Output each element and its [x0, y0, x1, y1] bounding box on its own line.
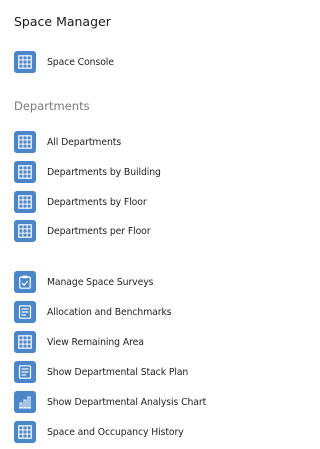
grid-icon — [14, 421, 36, 443]
item-label: Space Console — [47, 56, 114, 68]
manage-space-surveys-link[interactable]: Manage Space Surveys — [14, 271, 218, 293]
grid-icon — [14, 161, 36, 183]
report-icon — [14, 361, 36, 383]
departments-per-floor-link[interactable]: Departments per Floor — [14, 220, 218, 242]
show-departmental-analysis-chart-link[interactable]: Show Departmental Analysis Chart — [14, 391, 218, 413]
show-departmental-stack-plan-link[interactable]: Show Departmental Stack Plan — [14, 361, 218, 383]
item-label: Show Departmental Stack Plan — [47, 366, 189, 378]
navigation-panel: Space Manager Space Console Departments … — [0, 0, 218, 449]
item-label: All Departments — [47, 136, 122, 148]
view-remaining-area-link[interactable]: View Remaining Area — [14, 331, 218, 353]
bar-chart-icon — [14, 391, 36, 413]
section-heading-departments: Departments — [14, 99, 90, 113]
grid-icon — [14, 131, 36, 153]
space-and-occupancy-history-link[interactable]: Space and Occupancy History — [14, 421, 218, 443]
departments-by-building-link[interactable]: Departments by Building — [14, 161, 218, 183]
item-label: Manage Space Surveys — [47, 276, 154, 288]
item-label: Departments by Building — [47, 166, 161, 178]
grid-icon — [14, 191, 36, 213]
grid-icon — [14, 51, 36, 73]
departments-by-floor-link[interactable]: Departments by Floor — [14, 191, 218, 213]
clipboard-check-icon — [14, 271, 36, 293]
report-icon — [14, 301, 36, 323]
item-label: Space and Occupancy History — [47, 426, 184, 438]
item-label: View Remaining Area — [47, 336, 144, 348]
allocation-and-benchmarks-link[interactable]: Allocation and Benchmarks — [14, 301, 218, 323]
item-label: Show Departmental Analysis Chart — [47, 396, 207, 408]
all-departments-link[interactable]: All Departments — [14, 131, 218, 153]
item-label: Departments by Floor — [47, 196, 147, 208]
space-console-link[interactable]: Space Console — [14, 51, 218, 73]
grid-icon — [14, 220, 36, 242]
item-label: Allocation and Benchmarks — [47, 306, 172, 318]
grid-icon — [14, 331, 36, 353]
page-title: Space Manager — [14, 14, 111, 29]
item-label: Departments per Floor — [47, 225, 151, 237]
